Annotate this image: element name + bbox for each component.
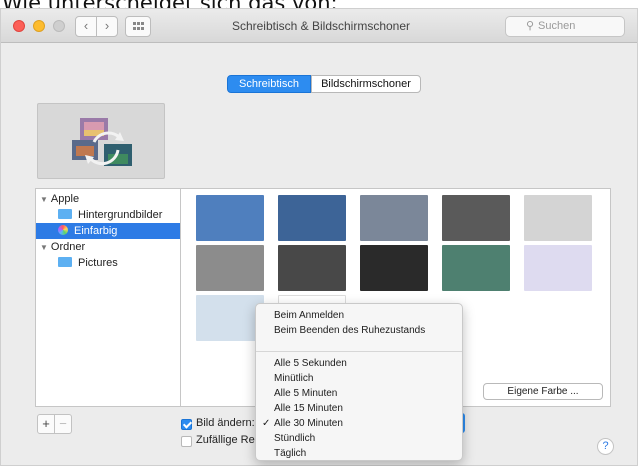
folder-icon	[58, 257, 72, 267]
remove-button[interactable]: −	[54, 414, 72, 434]
color-swatch[interactable]	[278, 195, 346, 241]
change-picture-checkbox[interactable]	[181, 419, 192, 430]
window-title: Schreibtisch & Bildschirmschoner	[231, 19, 411, 33]
color-swatch[interactable]	[278, 245, 346, 291]
sidebar-item-solid-colors[interactable]: Einfarbig	[36, 223, 180, 239]
disclosure-triangle-icon[interactable]: ▼	[40, 195, 48, 204]
minimize-window-button[interactable]	[33, 20, 45, 32]
color-swatch[interactable]	[442, 195, 510, 241]
zoom-window-button[interactable]	[53, 20, 65, 32]
title-bar: ‹ › Schreibtisch & Bildschirmschoner ⚲ S…	[1, 9, 637, 43]
rotating-photos-icon	[72, 118, 132, 166]
menu-item[interactable]: Täglich	[256, 446, 462, 461]
menu-item[interactable]: Alle 5 Sekunden	[256, 356, 462, 371]
menu-item[interactable]: Alle 15 Minuten	[256, 401, 462, 416]
menu-separator	[256, 351, 462, 352]
show-all-button[interactable]	[125, 16, 151, 37]
menu-item[interactable]: Stündlich	[256, 431, 462, 446]
grid-icon	[133, 22, 144, 31]
color-swatch[interactable]	[442, 245, 510, 291]
disclosure-triangle-icon[interactable]: ▼	[40, 243, 48, 252]
custom-color-button[interactable]: Eigene Farbe ...	[483, 383, 603, 400]
color-swatch[interactable]	[196, 245, 264, 291]
tab-desktop[interactable]: Schreibtisch	[227, 75, 311, 93]
color-swatch[interactable]	[524, 245, 592, 291]
menu-item[interactable]: Alle 5 Minuten	[256, 386, 462, 401]
sidebar-item-backgrounds[interactable]: Hintergrundbilder	[36, 207, 180, 223]
folder-icon	[58, 209, 72, 219]
close-window-button[interactable]	[13, 20, 25, 32]
color-ball-icon	[58, 225, 68, 235]
checkmark-icon: ✓	[262, 418, 271, 429]
color-swatch[interactable]	[196, 195, 264, 241]
group-folders[interactable]: ▼ Ordner	[36, 239, 180, 255]
menu-item-checked[interactable]: ✓ Alle 30 Minuten	[256, 416, 462, 431]
menu-item[interactable]: Minütlich	[256, 371, 462, 386]
forward-button[interactable]: ›	[96, 16, 118, 37]
search-placeholder: Suchen	[538, 20, 576, 32]
color-swatch[interactable]	[524, 195, 592, 241]
source-list: ▼ Apple Hintergrundbilder Einfarbig ▼ Ordn…	[35, 188, 181, 407]
search-icon: ⚲	[526, 20, 535, 32]
group-apple[interactable]: ▼ Apple	[36, 191, 180, 207]
color-swatch[interactable]	[196, 295, 264, 341]
sidebar-item-pictures[interactable]: Pictures	[36, 255, 180, 271]
search-field[interactable]: ⚲ Suchen	[505, 16, 625, 37]
interval-menu: Beim Anmelden Beim Beenden des Ruhezusta…	[255, 303, 463, 461]
random-order-label: Zufällige Re	[196, 434, 255, 446]
color-swatch[interactable]	[360, 245, 428, 291]
random-order-checkbox[interactable]	[181, 436, 192, 447]
tab-screensaver[interactable]: Bildschirmschoner	[311, 75, 421, 93]
color-swatch[interactable]	[360, 195, 428, 241]
menu-item[interactable]: Beim Anmelden	[256, 308, 462, 323]
back-button[interactable]: ‹	[75, 16, 97, 37]
desktop-preview	[37, 103, 165, 179]
help-button[interactable]: ?	[597, 438, 614, 455]
add-button[interactable]: +	[37, 414, 55, 434]
menu-item[interactable]: Beim Beenden des Ruhezustands	[256, 323, 462, 338]
change-picture-label: Bild ändern:	[196, 417, 255, 429]
